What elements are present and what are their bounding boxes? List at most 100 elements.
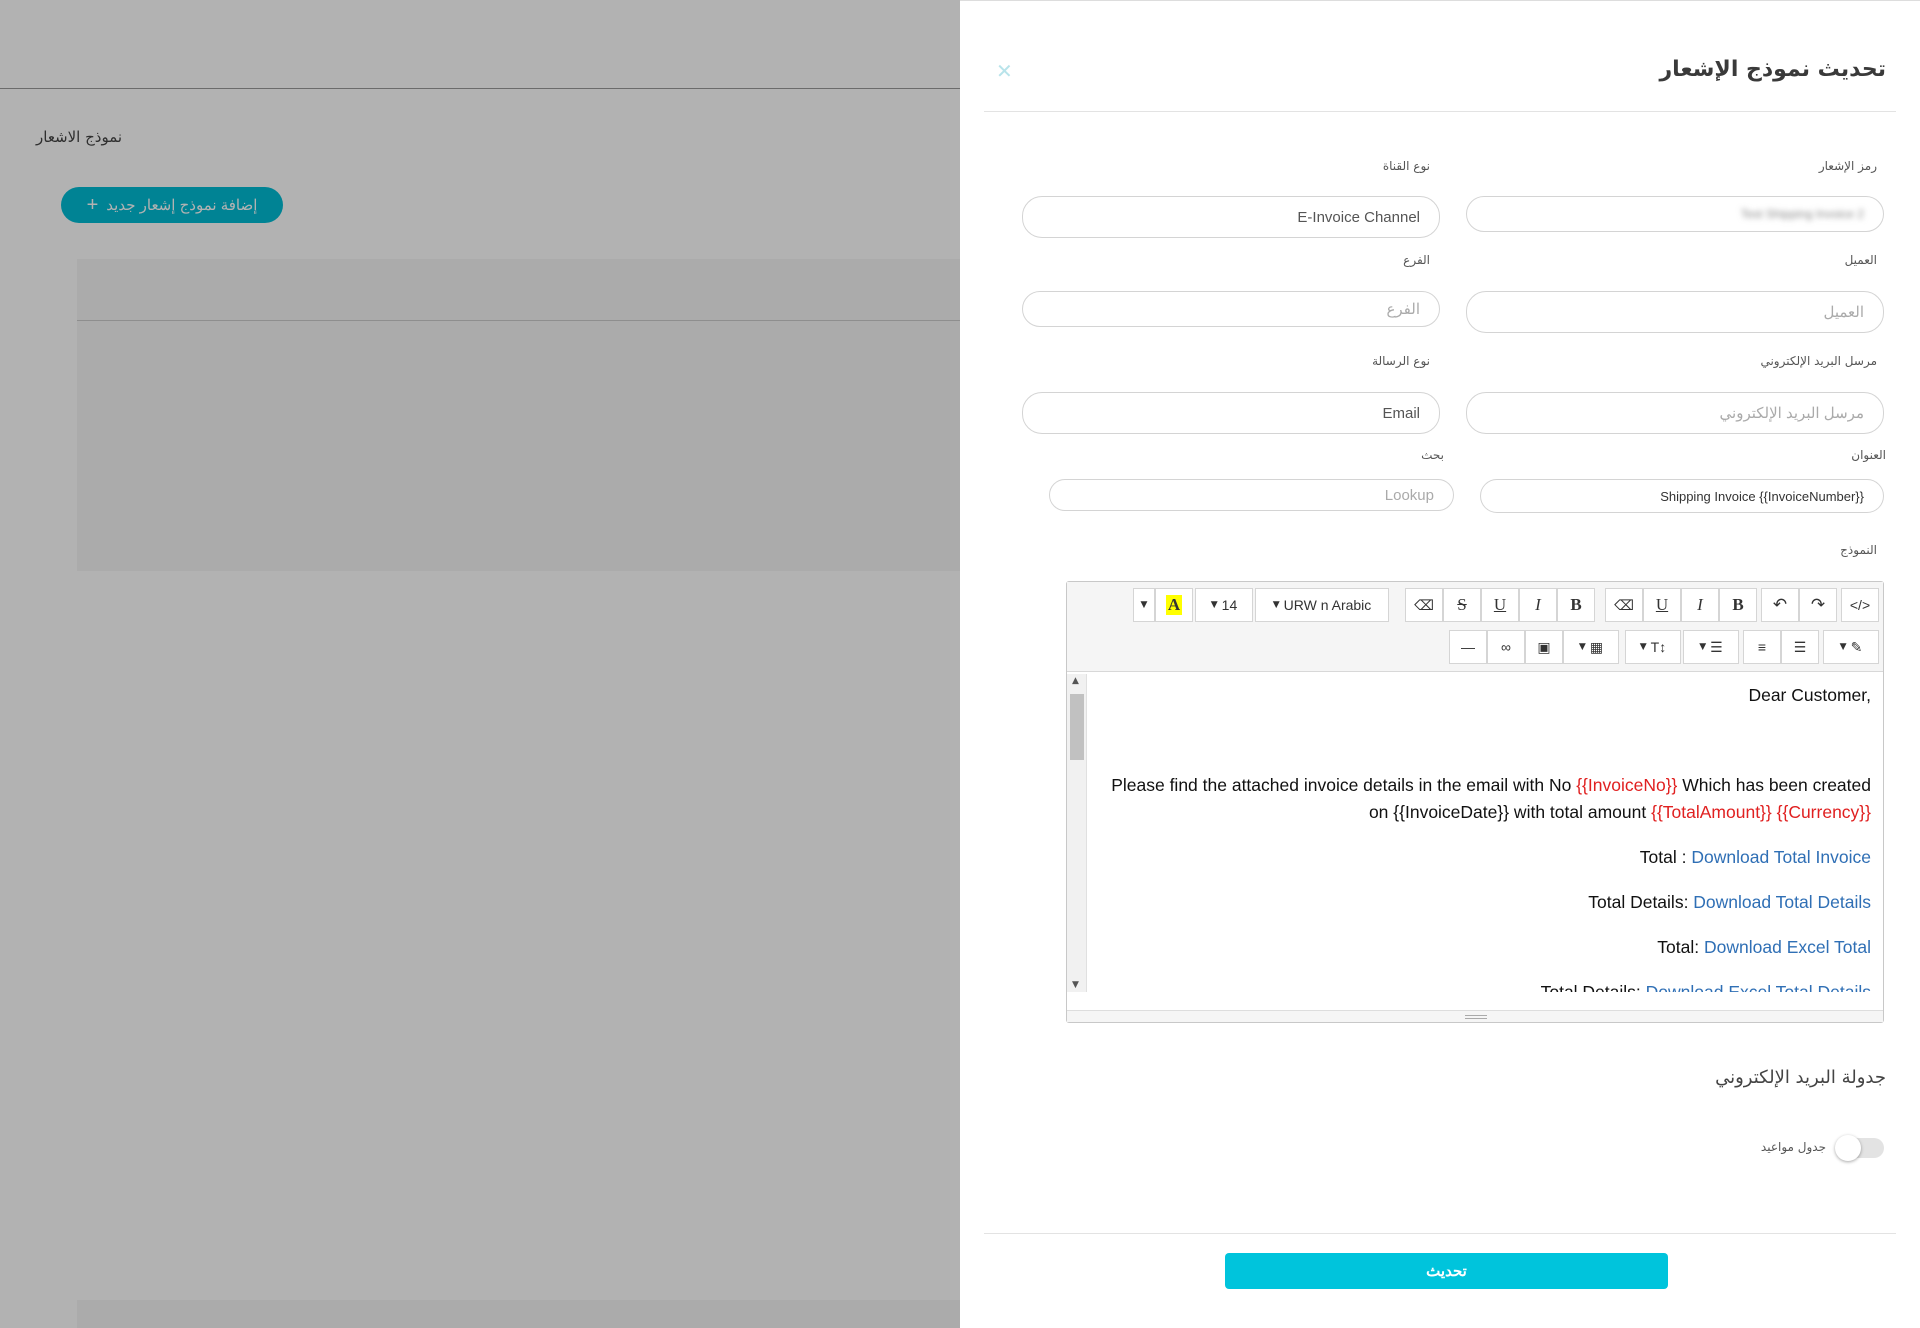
message-type-select[interactable]: Email: [1022, 392, 1440, 434]
bold-button[interactable]: B: [1719, 588, 1757, 622]
chevron-down-icon: ▼: [1699, 642, 1707, 652]
email-sender-label: مرسل البريد الإلكتروني: [1760, 354, 1877, 368]
underline-button-2[interactable]: U: [1481, 588, 1519, 622]
chevron-down-icon: ▼: [1140, 600, 1148, 610]
download-total-details-link[interactable]: Download Total Details: [1693, 892, 1871, 912]
unordered-list-button[interactable]: ☰: [1781, 630, 1819, 664]
channel-type-select[interactable]: E-Invoice Channel: [1022, 196, 1440, 238]
excel-details-label: Total Details:: [1540, 982, 1646, 992]
line-height-button[interactable]: ▼ T↕: [1625, 630, 1681, 664]
editor-toolbar: </> ↶ ↷ B I U ⌫ B I U S ⌫ ▼ URW n Arabic…: [1067, 582, 1883, 672]
insert-image-button[interactable]: ▣: [1525, 630, 1563, 664]
customer-select[interactable]: العميل: [1466, 291, 1884, 333]
download-total-invoice-link[interactable]: Download Total Invoice: [1691, 847, 1871, 867]
align-icon: ☰: [1710, 638, 1723, 655]
total-details-line: Total Details: Download Total Details: [1097, 889, 1871, 916]
schedule-toggle-knob[interactable]: [1835, 1135, 1861, 1161]
channel-type-label: نوع القناة: [1382, 159, 1430, 173]
table-button[interactable]: ▼ ▦: [1563, 630, 1619, 664]
total-amount-variable: {{TotalAmount}}: [1651, 802, 1772, 822]
channel-type-value: E-Invoice Channel: [1297, 208, 1420, 226]
close-icon[interactable]: ✕: [996, 61, 1013, 81]
table-icon: ▦: [1589, 638, 1604, 655]
editor-content[interactable]: Dear Customer, Please find the attached …: [1087, 674, 1881, 992]
update-button[interactable]: تحديث: [1225, 1253, 1668, 1289]
excel-total-label: Total:: [1657, 937, 1704, 957]
paragraph-align-button[interactable]: ▼ ☰: [1683, 630, 1739, 664]
notification-code-input[interactable]: Test Shipping Invoice 2: [1466, 196, 1884, 232]
download-excel-total-link[interactable]: Download Excel Total: [1704, 937, 1871, 957]
bold-icon: B: [1732, 595, 1744, 614]
clear-format-button-2[interactable]: ⌫: [1405, 588, 1443, 622]
color-dropdown-button[interactable]: ▼: [1133, 588, 1155, 622]
subject-value: Shipping Invoice {{InvoiceNumber}}: [1660, 488, 1864, 504]
branch-label: الفرع: [1403, 253, 1430, 267]
branch-placeholder: الفرع: [1386, 301, 1420, 318]
text-height-icon: T↕: [1650, 639, 1667, 655]
subject-input[interactable]: Shipping Invoice {{InvoiceNumber}}: [1480, 479, 1884, 513]
email-sender-select[interactable]: مرسل البريد الإلكتروني: [1466, 392, 1884, 434]
chevron-down-icon: ▼: [1639, 642, 1647, 652]
underline-button[interactable]: U: [1643, 588, 1681, 622]
italic-icon: I: [1697, 595, 1703, 614]
bold-button-2[interactable]: B: [1557, 588, 1595, 622]
total-details-label: Total Details:: [1588, 892, 1694, 912]
font-size-value: 14: [1221, 597, 1238, 613]
update-template-drawer: تحديث نموذج الإشعار ✕ رمز الإشعار Test S…: [960, 0, 1920, 1328]
magic-wand-icon: ✎: [1850, 638, 1863, 655]
modal-overlay[interactable]: [0, 0, 960, 1328]
image-icon: ▣: [1537, 638, 1551, 655]
lookup-placeholder: Lookup: [1384, 486, 1434, 504]
chevron-down-icon: ▼: [1578, 642, 1586, 652]
italic-button-2[interactable]: I: [1519, 588, 1557, 622]
italic-button[interactable]: I: [1681, 588, 1719, 622]
currency-variable: {{Currency}}: [1776, 802, 1871, 822]
excel-details-line: Total Details: Download Excel Total Deta…: [1097, 979, 1871, 992]
clear-format-button[interactable]: ⌫: [1605, 588, 1643, 622]
template-rich-text-editor: </> ↶ ↷ B I U ⌫ B I U S ⌫ ▼ URW n Arabic…: [1066, 581, 1884, 1023]
link-icon: ∞: [1501, 639, 1511, 655]
ordered-list-button[interactable]: ≡: [1743, 630, 1781, 664]
horizontal-rule-button[interactable]: —: [1449, 630, 1487, 664]
font-size-select[interactable]: ▼ 14: [1195, 588, 1253, 622]
underline-icon: U: [1493, 595, 1507, 614]
strikethrough-icon: S: [1457, 595, 1467, 614]
font-family-select[interactable]: ▼ URW n Arabic: [1255, 588, 1389, 622]
download-excel-total-details-link[interactable]: Download Excel Total Details: [1646, 982, 1871, 992]
bold-icon: B: [1570, 595, 1582, 614]
lookup-search-input[interactable]: Lookup: [1049, 479, 1454, 511]
subject-label: العنوان: [1851, 448, 1886, 462]
scroll-down-icon[interactable]: ▼: [1072, 980, 1079, 990]
template-label: النموذج: [1840, 543, 1877, 557]
eraser-icon: ⌫: [1614, 596, 1634, 613]
code-view-button[interactable]: </>: [1841, 588, 1879, 622]
numbered-list-icon: ≡: [1757, 639, 1767, 655]
customer-label: العميل: [1844, 253, 1877, 267]
insert-link-button[interactable]: ∞: [1487, 630, 1525, 664]
greeting-line: Dear Customer,: [1748, 685, 1871, 705]
excel-total-line: Total: Download Excel Total: [1097, 934, 1871, 961]
search-label: بحث: [1421, 448, 1444, 462]
email-schedule-title: جدولة البريد الإلكتروني: [1715, 1067, 1886, 1088]
notification-code-label: رمز الإشعار: [1818, 159, 1877, 173]
scroll-thumb[interactable]: [1070, 694, 1084, 760]
total-line: Total : Download Total Invoice: [1097, 844, 1871, 871]
undo-button[interactable]: ↶: [1761, 588, 1799, 622]
strikethrough-button[interactable]: S: [1443, 588, 1481, 622]
italic-icon: I: [1535, 595, 1541, 614]
branch-select[interactable]: الفرع: [1022, 291, 1440, 327]
code-view-icon: </>: [1849, 597, 1871, 613]
redo-button[interactable]: ↷: [1799, 588, 1837, 622]
highlight-icon: A: [1165, 595, 1183, 615]
underline-icon: U: [1655, 595, 1669, 614]
message-type-value: Email: [1382, 404, 1420, 422]
customer-placeholder: العميل: [1823, 304, 1864, 321]
editor-resize-handle[interactable]: [1067, 1010, 1883, 1022]
editor-scrollbar[interactable]: ▲ ▼: [1067, 674, 1087, 992]
style-dropdown-button[interactable]: ▼ ✎: [1823, 630, 1879, 664]
empty-line: [1097, 727, 1871, 754]
email-sender-placeholder: مرسل البريد الإلكتروني: [1719, 405, 1864, 422]
invoice-paragraph: Please find the attached invoice details…: [1097, 772, 1871, 826]
scroll-up-icon[interactable]: ▲: [1072, 676, 1079, 686]
highlight-color-button[interactable]: A: [1155, 588, 1193, 622]
